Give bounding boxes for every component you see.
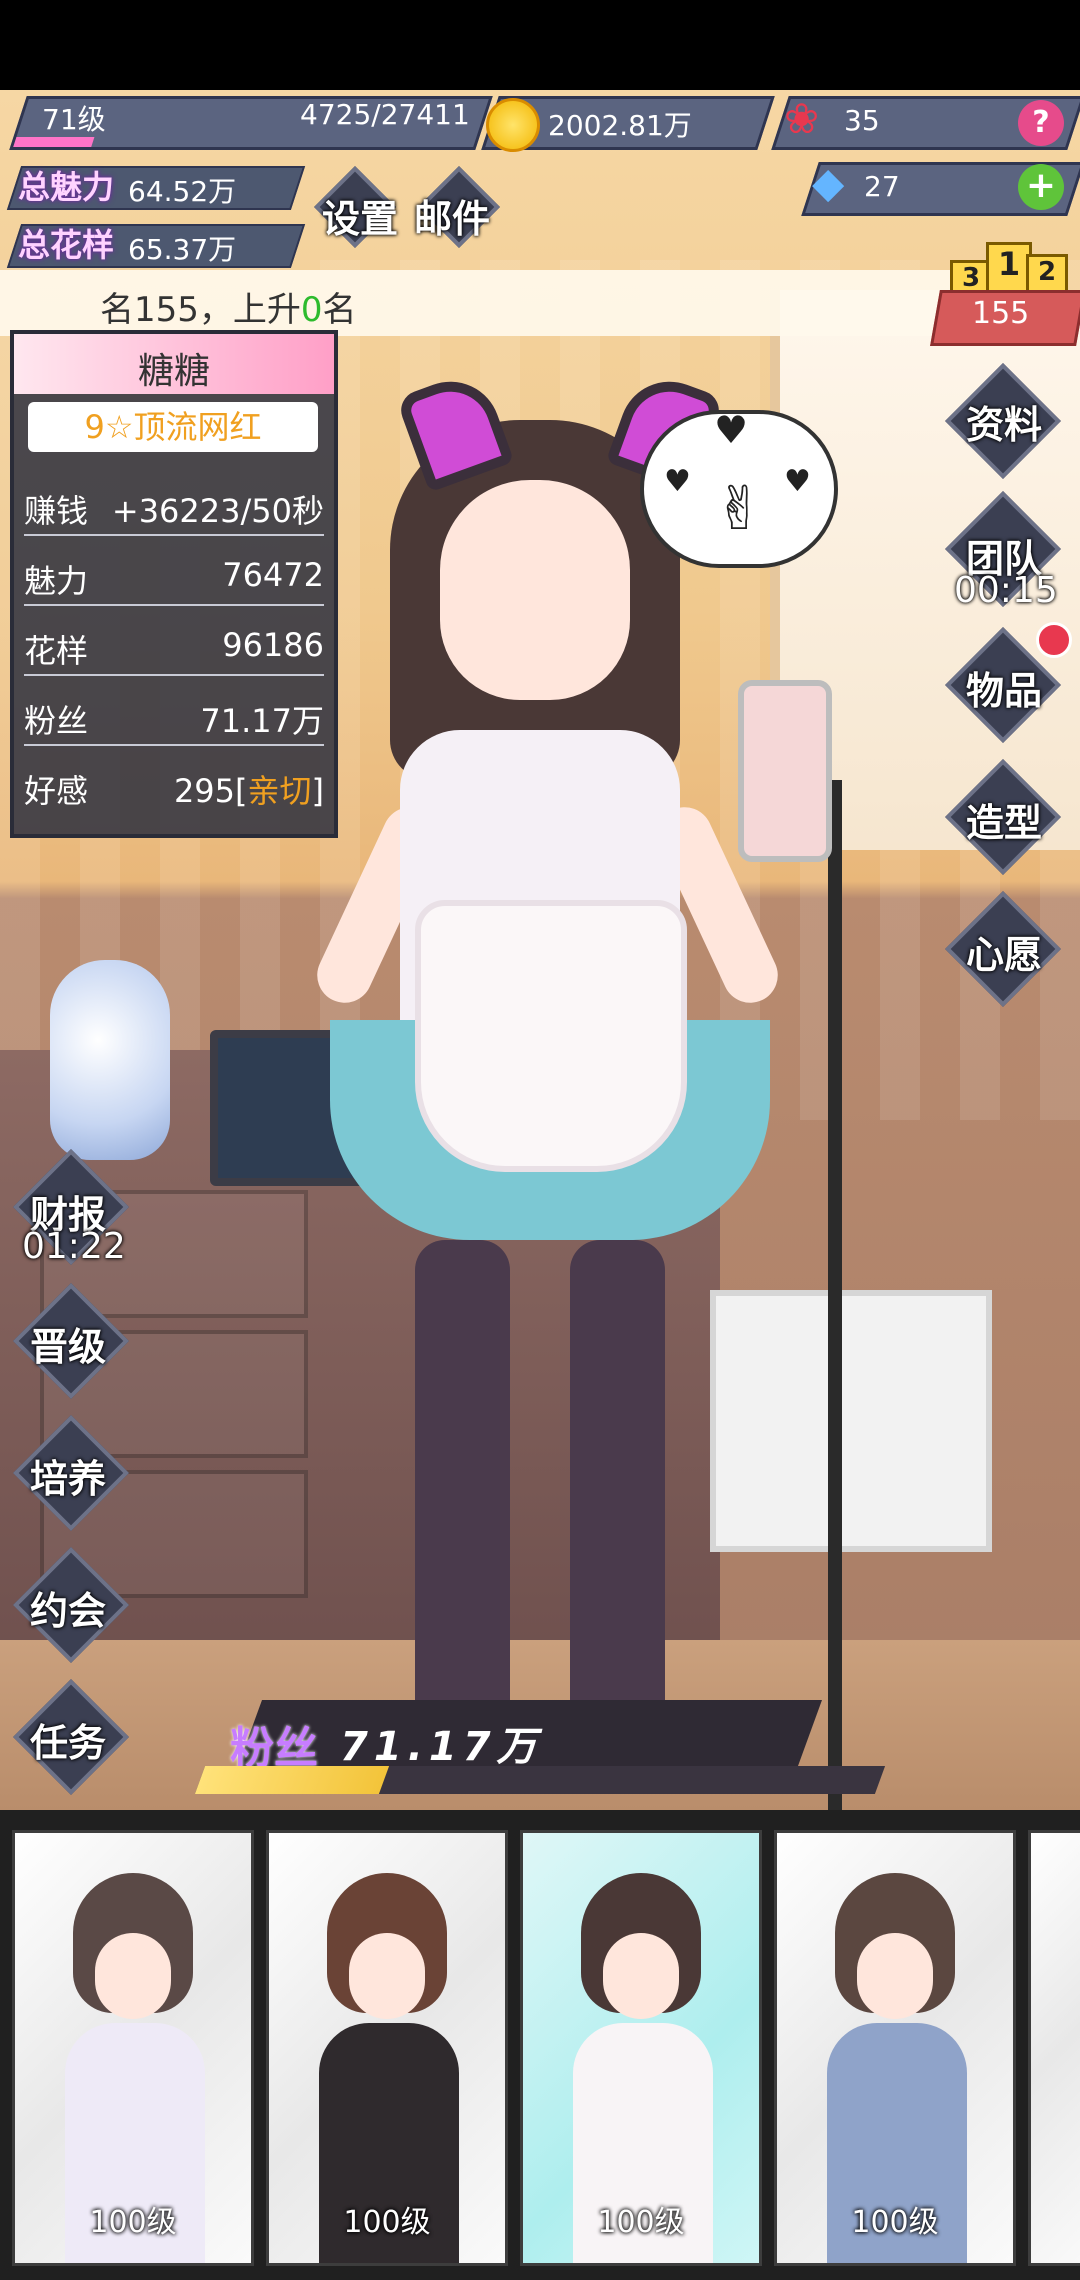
info-row: 花样 96186 bbox=[24, 614, 324, 676]
settings-button[interactable]: 设置 bbox=[322, 188, 398, 243]
roster-card-selected[interactable]: 100级 bbox=[520, 1830, 762, 2266]
gold-coin-icon bbox=[486, 98, 540, 152]
info-label: 魅力 bbox=[24, 562, 89, 600]
finger-heart-icon: ✌ bbox=[714, 474, 765, 544]
info-label: 粉丝 bbox=[24, 702, 89, 740]
card-face bbox=[603, 1933, 679, 2019]
affection-number: 295 bbox=[173, 772, 236, 810]
heart-icon: ♥ bbox=[664, 464, 691, 499]
roster-card[interactable]: 100级 bbox=[774, 1830, 1016, 2266]
diamond-icon: ◆ bbox=[812, 158, 845, 207]
heart-icon: ♥ bbox=[784, 464, 811, 499]
roster-card[interactable]: 100级 bbox=[12, 1830, 254, 2266]
level-exp-fill bbox=[13, 137, 95, 147]
heart-gesture-bubble: ♥ ♥ ♥ ✌ bbox=[640, 408, 838, 568]
exp-text: 4725/27411 bbox=[300, 98, 470, 131]
info-row: 粉丝 71.17万 bbox=[24, 684, 324, 746]
wish-button[interactable]: 心愿 bbox=[966, 924, 1042, 979]
info-value: 96186 bbox=[222, 626, 324, 664]
report-timer: 01:22 bbox=[22, 1226, 126, 1267]
character-apron bbox=[415, 900, 687, 1172]
character-leg bbox=[570, 1240, 665, 1760]
rank-text: 名155，上升0名 bbox=[100, 282, 357, 331]
card-level: 100级 bbox=[597, 2205, 685, 2240]
help-icon[interactable]: ? bbox=[1018, 100, 1064, 146]
card-face bbox=[95, 1933, 171, 2019]
affection-value: 295[亲切] bbox=[174, 766, 324, 812]
fans-progress: 粉丝 71.17万 bbox=[190, 1700, 890, 1800]
info-label: 花样 bbox=[24, 632, 89, 670]
tasks-button[interactable]: 任务 bbox=[30, 1712, 106, 1767]
total-charm-value: 64.52万 bbox=[128, 175, 237, 208]
rank-suffix: 名 bbox=[322, 290, 357, 330]
fans-track bbox=[194, 1766, 886, 1794]
info-value: +36223/50秒 bbox=[111, 492, 324, 530]
character-leg bbox=[415, 1240, 510, 1760]
promote-button[interactable]: 晋级 bbox=[30, 1316, 106, 1371]
rank-rise: 0 bbox=[300, 290, 323, 330]
rose-count: 35 bbox=[844, 104, 880, 137]
card-level: 100级 bbox=[343, 2205, 431, 2240]
character-title-badge: 9☆顶流网红 bbox=[28, 402, 318, 452]
vase bbox=[50, 960, 170, 1160]
items-button[interactable]: 物品 bbox=[966, 660, 1042, 715]
styling-button[interactable]: 造型 bbox=[966, 792, 1042, 847]
character-roster: 100级 100级 100级 100级 bbox=[0, 1810, 1080, 2280]
info-label: 好感 bbox=[24, 772, 89, 810]
character-avatar[interactable] bbox=[308, 367, 787, 1810]
fans-fill bbox=[194, 1766, 389, 1794]
gold-amount: 2002.81万 bbox=[548, 109, 692, 142]
info-row: 魅力 76472 bbox=[24, 544, 324, 606]
character-info-panel: 糖糖 9☆顶流网红 赚钱 +36223/50秒 魅力 76472 花样 9618… bbox=[10, 330, 338, 838]
rank-number: 155 bbox=[972, 296, 1030, 331]
info-row: 赚钱 +36223/50秒 bbox=[24, 474, 324, 536]
affection-bracket-close: ] bbox=[311, 772, 324, 810]
card-level: 100级 bbox=[851, 2205, 939, 2240]
level-label: 71级 bbox=[42, 103, 106, 136]
heart-icon: ♥ bbox=[714, 408, 749, 452]
mail-button[interactable]: 邮件 bbox=[414, 188, 490, 243]
total-style-label: 总花样 bbox=[18, 226, 115, 264]
affection-bracket-open: [ bbox=[235, 772, 248, 810]
affection-level: 亲切 bbox=[247, 772, 312, 810]
total-style-value: 65.37万 bbox=[128, 233, 237, 266]
notification-dot bbox=[1036, 622, 1072, 658]
character-name: 糖糖 bbox=[137, 351, 210, 392]
character-face bbox=[440, 480, 630, 700]
info-label: 赚钱 bbox=[24, 492, 89, 530]
add-diamond-icon[interactable]: + bbox=[1018, 164, 1064, 210]
rose-icon: ❀ bbox=[784, 94, 820, 143]
profile-button[interactable]: 资料 bbox=[966, 394, 1042, 449]
date-button[interactable]: 约会 bbox=[30, 1580, 106, 1635]
roster-card-partial[interactable] bbox=[1028, 1830, 1080, 2266]
total-charm-label: 总魅力 bbox=[18, 168, 115, 206]
info-row: 好感 295[亲切] bbox=[24, 754, 324, 814]
info-value: 76472 bbox=[222, 556, 324, 594]
rank-prefix: 名155，上升 bbox=[100, 290, 301, 330]
train-button[interactable]: 培养 bbox=[30, 1448, 106, 1503]
roster-card[interactable]: 100级 bbox=[266, 1830, 508, 2266]
info-value: 71.17万 bbox=[200, 702, 324, 740]
fans-value: 71.17万 bbox=[340, 1724, 543, 1770]
card-level: 100级 bbox=[89, 2205, 177, 2240]
card-face bbox=[349, 1933, 425, 2019]
diamond-count: 27 bbox=[864, 170, 900, 203]
phone-stand bbox=[828, 780, 842, 1810]
card-face bbox=[857, 1933, 933, 2019]
team-timer: 00:15 bbox=[954, 570, 1058, 611]
